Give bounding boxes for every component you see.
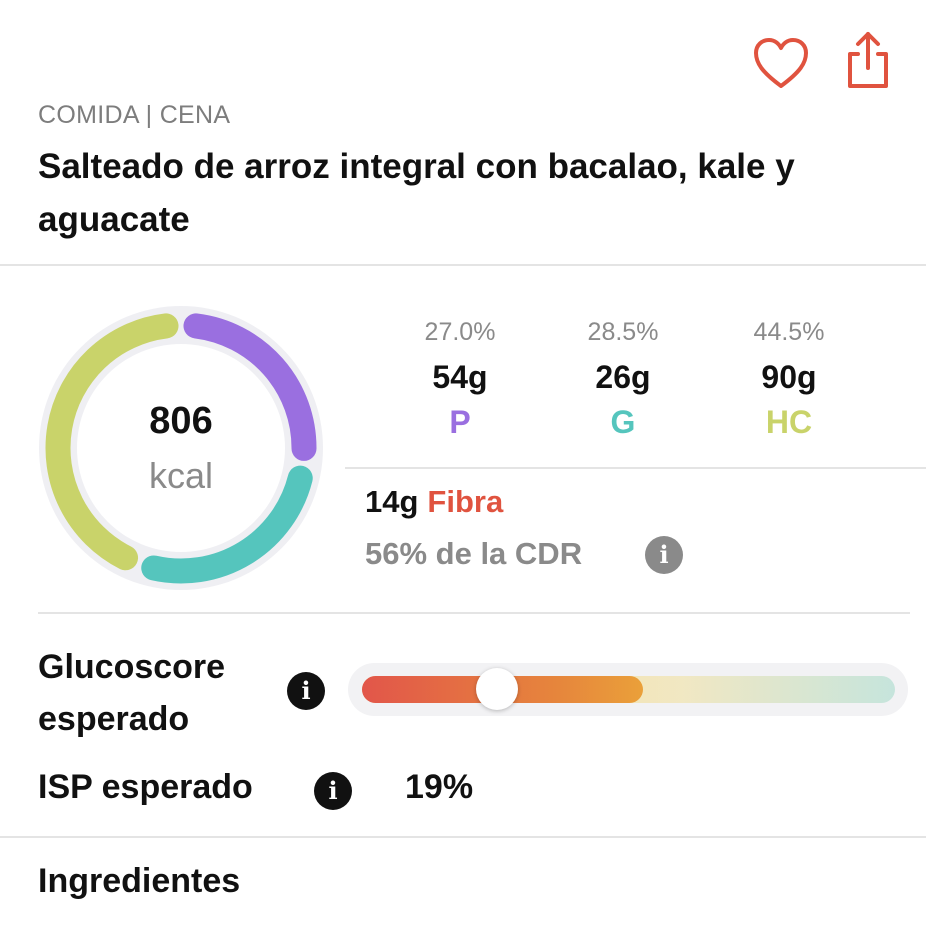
calories-center: 806 kcal (36, 303, 326, 593)
share-icon (848, 32, 888, 88)
macro-protein: 27.0% 54g P (390, 318, 530, 441)
heart-icon (754, 38, 808, 88)
isp-label: ISP esperado (38, 768, 253, 806)
calories-value: 806 (149, 400, 213, 442)
glucoscore-slider-thumb[interactable] (476, 668, 518, 710)
macro-protein-abbr: P (449, 404, 471, 440)
macro-carbs: 44.5% 90g HC (719, 318, 859, 441)
divider (345, 467, 926, 469)
macro-protein-pct: 27.0% (424, 318, 496, 346)
glucoscore-slider[interactable] (348, 663, 908, 716)
divider (0, 836, 926, 838)
macro-carbs-grams: 90g (761, 359, 817, 395)
divider (38, 612, 910, 614)
fiber-rda: 56% de la CDR (365, 536, 583, 571)
macro-carbs-abbr: HC (765, 404, 813, 440)
fiber-info-icon[interactable]: i (645, 536, 683, 574)
fiber-line: 14g Fibra (365, 484, 503, 520)
divider (0, 264, 926, 266)
macro-carbs-pct: 44.5% (753, 318, 825, 346)
glucoscore-label: Glucoscore esperado (38, 641, 225, 745)
isp-value: 19% (405, 768, 474, 806)
fiber-label: Fibra (427, 484, 504, 519)
macro-fat-grams: 26g (595, 359, 651, 395)
ingredients-heading: Ingredientes (38, 862, 241, 900)
meal-category: COMIDA | CENA (38, 101, 231, 129)
macro-fat-abbr: G (610, 404, 636, 440)
glucoscore-label-line2: esperado (38, 700, 190, 738)
glucoscore-label-line1: Glucoscore (38, 648, 226, 686)
isp-info-icon[interactable]: i (314, 772, 352, 810)
macro-protein-grams: 54g (432, 359, 488, 395)
favorite-button[interactable] (752, 36, 810, 90)
recipe-title: Salteado de arroz integral con bacalao, … (38, 147, 795, 239)
share-button[interactable] (843, 30, 893, 90)
fiber-amount: 14g (365, 484, 419, 519)
glucoscore-info-icon[interactable]: i (287, 672, 325, 710)
macro-ring-chart: 806 kcal (36, 303, 326, 593)
macro-fat: 28.5% 26g G (553, 318, 693, 441)
macro-fat-pct: 28.5% (587, 318, 659, 346)
calories-unit: kcal (148, 455, 214, 496)
